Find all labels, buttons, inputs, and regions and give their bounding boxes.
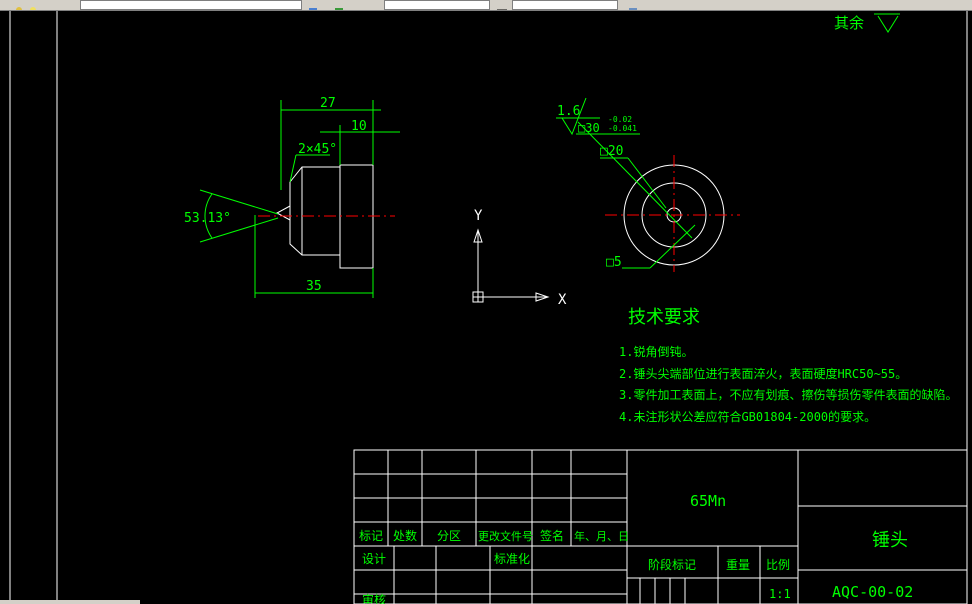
linetype-dropdown[interactable] [384,0,490,10]
layer-previous-icon[interactable] [334,0,344,10]
lineweight-icon[interactable] [497,0,507,10]
stage-label: 阶段标记 [648,557,696,572]
ucs-y-label: Y [474,208,483,224]
roughness-value: 1.6 [557,104,580,119]
dim-square-outer: □30 [578,121,600,135]
header-col: 签名 [540,528,564,543]
tech-title: 技术要求 [628,307,700,328]
header-col: 处数 [393,528,417,543]
part-name: 锤头 [872,530,908,551]
material: 65Mn [690,492,726,510]
dim-chamfer: 2×45° [298,142,337,157]
dim-square-inner: □5 [606,255,622,270]
dim-square-mid: □20 [600,144,623,159]
header-col: 更改文件号 [478,529,533,543]
roughness-rest-text: 其余 [834,14,864,32]
drawing-canvas[interactable]: 其余 27 10 2×45° 53.13° 35 Y X 1.6 □30 -0.… [0,11,972,604]
drawing-number: AQC-00-02 [832,583,913,601]
lineweight-dropdown[interactable] [512,0,618,10]
toolbar [0,0,972,11]
dim-bottom-overall: 35 [306,279,322,294]
dim-angle: 53.13° [184,211,231,226]
status-bar-fragment [0,600,140,604]
scale-value: 1:1 [769,587,791,601]
dim-top-step: 10 [351,119,367,134]
design-label: 设计 [362,552,386,566]
weight-label: 重量 [726,558,750,572]
tol-lower: -0.041 [608,124,637,133]
dim-top-overall: 27 [320,96,336,111]
ucs-x-label: X [558,292,567,308]
scale-label: 比例 [766,558,790,572]
plot-style-icon[interactable] [628,0,638,10]
layer-state-icon[interactable] [14,0,24,10]
header-col: 分区 [437,529,461,543]
standardize-label: 标准化 [494,552,530,566]
tech-item: 1.锐角倒钝。 [619,345,693,359]
canvas-background [0,11,972,604]
linetype-icon[interactable] [370,0,380,8]
tech-item: 3.零件加工表面上，不应有划痕、擦伤等损伤零件表面的缺陷。 [619,387,957,402]
layer-dropdown[interactable] [80,0,302,10]
header-col: 标记 [359,529,383,543]
lightbulb-icon[interactable] [28,0,38,10]
process-label: 审核 [362,592,386,604]
tech-item: 2.锤头尖端部位进行表面淬火，表面硬度HRC50~55。 [619,366,907,381]
header-col: 年、月、日 [574,529,629,543]
tol-upper: -0.02 [608,115,632,124]
tech-item: 4.未注形状公差应符合GB01804-2000的要求。 [619,409,876,424]
layer-tools-icon[interactable] [308,0,318,10]
